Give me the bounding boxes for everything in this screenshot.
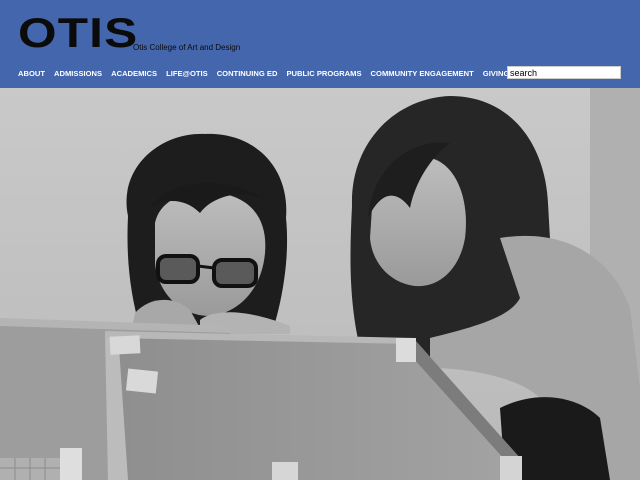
nav-continuing-ed[interactable]: CONTINUING ED [217,69,278,78]
main-nav: ABOUT ADMISSIONS ACADEMICS LIFE@OTIS CON… [18,69,518,78]
search-input[interactable] [507,66,621,79]
nav-admissions[interactable]: ADMISSIONS [54,69,102,78]
nav-public-programs[interactable]: PUBLIC PROGRAMS [286,69,361,78]
hero-image [0,88,640,480]
tagline: Otis College of Art and Design [133,43,241,52]
site-header: OTIS Otis College of Art and Design ABOU… [0,0,640,88]
nav-about[interactable]: ABOUT [18,69,45,78]
logo-link[interactable]: OTIS [18,12,137,54]
logo[interactable]: OTIS [18,12,138,54]
nav-community-engagement[interactable]: COMMUNITY ENGAGEMENT [371,69,474,78]
nav-life-at-otis[interactable]: LIFE@OTIS [166,69,208,78]
hero-photo [0,88,640,480]
nav-giving[interactable]: GIVING [483,69,510,78]
nav-academics[interactable]: ACADEMICS [111,69,157,78]
